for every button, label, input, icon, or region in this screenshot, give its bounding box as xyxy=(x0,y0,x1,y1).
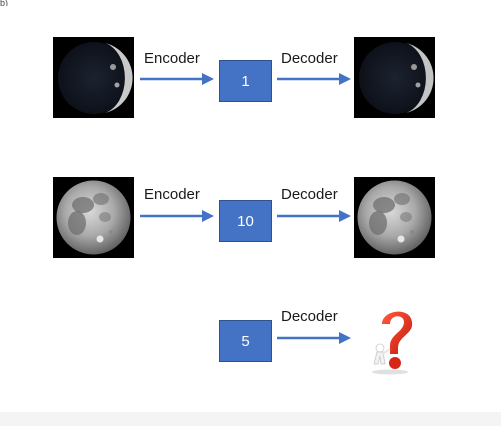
encoder-label: Encoder xyxy=(144,50,200,67)
full-moon-output-image xyxy=(354,177,435,258)
latent-code-box: 1 xyxy=(219,60,272,102)
crescent-moon-input-image xyxy=(53,37,134,118)
crescent-moon-icon xyxy=(354,37,435,118)
decoder-arrow xyxy=(277,331,351,345)
encoder-label: Encoder xyxy=(144,186,200,203)
crescent-moon-output-image xyxy=(354,37,435,118)
full-moon-icon xyxy=(53,177,134,258)
latent-code-box: 10 xyxy=(219,200,272,242)
full-moon-input-image xyxy=(53,177,134,258)
decoder-label: Decoder xyxy=(281,308,338,325)
decoder-arrow xyxy=(277,209,351,223)
decoder-label: Decoder xyxy=(281,50,338,67)
figure-letter: b) xyxy=(0,0,9,6)
decoder-label: Decoder xyxy=(281,186,338,203)
crescent-moon-icon xyxy=(53,37,134,118)
bottom-strip xyxy=(0,412,501,426)
latent-code-box: 5 xyxy=(219,320,272,362)
encoder-arrow xyxy=(140,209,214,223)
encoder-arrow xyxy=(140,72,214,86)
full-moon-icon xyxy=(354,177,435,258)
decoder-arrow xyxy=(277,72,351,86)
question-mark-figure xyxy=(368,304,420,376)
question-mark-figure-icon xyxy=(372,311,413,375)
